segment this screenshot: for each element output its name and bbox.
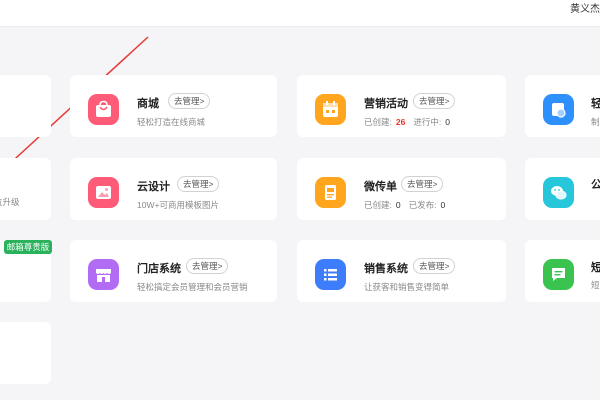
app-title-partial-1: 轻 — [591, 98, 600, 110]
app-title-sales: 销售系统 — [364, 263, 408, 275]
app-card-official[interactable] — [525, 158, 600, 220]
created-value: 26 — [395, 117, 406, 127]
mall-bag-icon — [88, 94, 119, 125]
app-desc-partial-1: 制 — [591, 117, 600, 127]
flyer-created-label: 已创建: — [364, 200, 392, 210]
light-app-icon — [543, 94, 574, 125]
user-name[interactable]: 黄义杰 — [570, 0, 600, 15]
app-desc-mall: 轻松打造在线商城 — [137, 117, 206, 127]
app-title-cloud-design: 云设计 — [137, 181, 170, 193]
app-card-flyer[interactable]: 微传单 去管理> 已创建: 0 已发布: 0 — [297, 158, 506, 220]
manage-button-cloud-design[interactable]: 去管理> — [177, 176, 220, 192]
mail-premium-badge: 邮箱尊贵版 — [4, 240, 52, 254]
app-card-cloud-design[interactable]: 云设计 去管理> 10W+可商用模板图片 — [70, 158, 277, 220]
manage-button-store[interactable]: 去管理> — [186, 258, 229, 274]
app-title-flyer: 微传单 — [364, 181, 397, 193]
left-card-1[interactable] — [0, 75, 51, 137]
app-title-marketing: 营销活动 — [364, 98, 408, 110]
app-title-partial-3: 短 — [591, 262, 600, 274]
manage-button-flyer[interactable]: 去管理> — [401, 176, 444, 192]
app-desc-store: 轻松搞定会员管理和会员营销 — [137, 282, 248, 292]
flyer-icon — [315, 177, 346, 208]
app-card-mall[interactable]: 商城 去管理> 轻松打造在线商城 — [70, 75, 277, 137]
left-card-4[interactable] — [0, 322, 51, 384]
app-card-sales[interactable]: 销售系统 去管理> 让获客和销售变得简单 — [297, 240, 506, 302]
app-title-store: 门店系统 — [137, 263, 181, 275]
calendar-icon — [315, 94, 346, 125]
manage-button-mall[interactable]: 去管理> — [168, 93, 211, 109]
app-card-store[interactable]: 门店系统 去管理> 轻松搞定会员管理和会员营销 — [70, 240, 277, 302]
app-desc-partial-3: 短 — [591, 280, 600, 290]
manage-button-sales[interactable]: 去管理> — [413, 258, 456, 274]
in-progress-label: 进行中: — [413, 117, 442, 127]
app-card-light[interactable] — [525, 75, 600, 137]
app-desc-sales: 让获客和销售变得简单 — [364, 282, 450, 292]
flyer-published-label: 已发布: — [408, 200, 437, 210]
app-card-sms[interactable] — [525, 240, 600, 302]
flyer-created-value: 0 — [395, 200, 401, 210]
left-card-2[interactable]: 位升级 — [0, 158, 51, 220]
image-icon — [88, 177, 119, 208]
flyer-published-value: 0 — [440, 200, 446, 210]
in-progress-value: 0 — [445, 117, 450, 127]
flyer-stats: 已创建: 0 已发布: 0 — [364, 199, 453, 211]
wechat-icon — [543, 177, 574, 208]
top-bar: 黄义杰 — [0, 0, 600, 27]
app-card-marketing[interactable]: 营销活动 去管理> 已创建: 26 进行中: 0 — [297, 75, 506, 137]
manage-button-marketing[interactable]: 去管理> — [413, 93, 456, 109]
app-title-partial-2: 公 — [591, 179, 600, 191]
left-card-desc: 位升级 — [0, 197, 20, 207]
message-icon — [543, 259, 574, 290]
app-desc-cloud-design: 10W+可商用模板图片 — [137, 200, 219, 210]
marketing-stats: 已创建: 26 进行中: 0 — [364, 116, 458, 128]
store-icon — [88, 259, 119, 290]
created-label: 已创建: — [364, 117, 392, 127]
app-title-mall: 商城 — [137, 98, 159, 110]
list-icon — [315, 259, 346, 290]
